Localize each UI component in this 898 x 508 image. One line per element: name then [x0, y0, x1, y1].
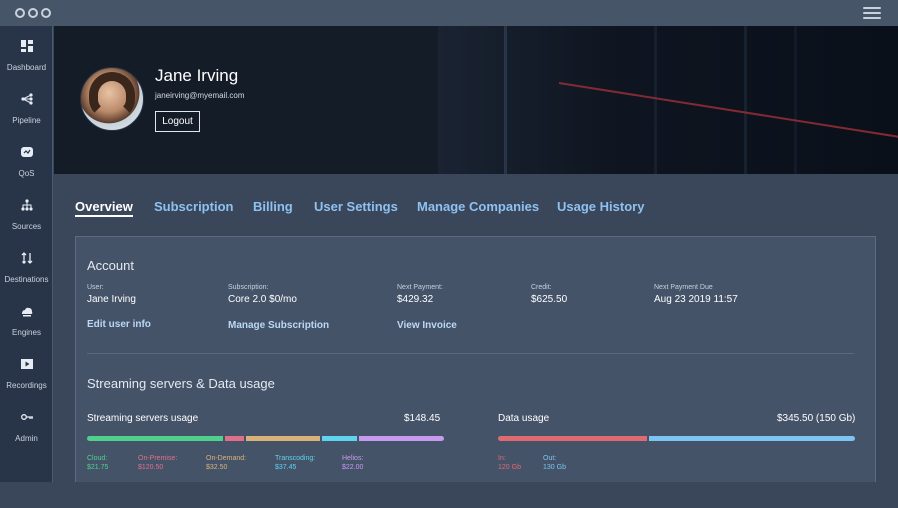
sidebar-item-label: Recordings — [6, 381, 47, 390]
sidebar: Dashboard Pipeline QoS Sources Destinati… — [0, 26, 53, 482]
usage-bar-segment — [321, 436, 357, 441]
next-payment-label: Next Payment: — [397, 284, 443, 291]
sidebar-item-label: Dashboard — [6, 63, 47, 72]
sidebar-item-sources[interactable]: Sources — [0, 199, 53, 233]
user-value: Jane Irving — [87, 294, 136, 305]
sidebar-item-label: Destinations — [4, 275, 49, 284]
usage-bar-segment — [649, 436, 855, 441]
usage-bar-segment — [358, 436, 444, 441]
section-divider — [87, 353, 854, 354]
usage-legend-value: $37.45 — [275, 464, 297, 471]
tab-overview[interactable]: Overview — [75, 199, 133, 217]
streaming-usage-total: $148.45 — [404, 413, 441, 424]
destinations-icon — [21, 252, 32, 264]
sidebar-item-label: QoS — [18, 169, 35, 178]
window-close-dot[interactable] — [15, 8, 25, 18]
tab-subscription[interactable]: Subscription — [154, 199, 233, 214]
edit-user-info-link[interactable]: Edit user info — [87, 319, 151, 330]
sidebar-item-label: Sources — [11, 222, 42, 231]
admin-key-icon — [20, 414, 33, 420]
sidebar-item-destinations[interactable]: Destinations — [0, 252, 53, 286]
sidebar-item-recordings[interactable]: Recordings — [0, 358, 53, 392]
menu-icon[interactable] — [863, 7, 881, 20]
usage-bar-segment — [224, 436, 245, 441]
credit-value: $625.50 — [531, 294, 568, 305]
tab-manage-companies[interactable]: Manage Companies — [417, 199, 539, 214]
dashboard-icon — [20, 40, 33, 52]
engines-icon — [21, 307, 32, 317]
next-payment-due-label: Next Payment Due — [654, 284, 713, 291]
window-maximize-dot[interactable] — [41, 8, 51, 18]
sidebar-item-label: Engines — [12, 328, 41, 337]
subscription-label: Subscription: — [228, 284, 269, 291]
sidebar-item-pipeline[interactable]: Pipeline — [0, 93, 53, 127]
usage-bar-segment — [246, 436, 320, 441]
qos-icon — [20, 147, 33, 157]
streaming-usage-label: Streaming servers usage — [87, 413, 199, 424]
sidebar-item-label: Admin — [15, 434, 38, 443]
sidebar-item-qos[interactable]: QoS — [0, 146, 53, 180]
usage-legend-value: 130 Gb — [543, 464, 566, 471]
usage-legend-label: Transcoding: — [275, 455, 316, 462]
tab-billing[interactable]: Billing — [253, 199, 293, 214]
streaming-usage-bar — [87, 436, 444, 441]
next-payment-value: $429.32 — [397, 294, 434, 305]
sidebar-item-dashboard[interactable]: Dashboard — [0, 40, 53, 74]
profile-name: Jane Irving — [155, 66, 239, 85]
data-usage-bar — [498, 436, 855, 441]
overview-panel: Account User: Jane Irving Subscription: … — [75, 236, 876, 482]
subscription-value: Core 2.0 $0/mo — [228, 294, 297, 305]
usage-legend-value: $32.50 — [206, 464, 228, 471]
account-title: Account — [87, 258, 134, 273]
user-label: User: — [87, 284, 104, 291]
title-bar — [0, 0, 898, 26]
logout-button[interactable]: Logout — [155, 111, 200, 132]
usage-legend-label: On-Demand: — [206, 455, 247, 462]
recordings-icon — [20, 359, 33, 369]
usage-legend-label: In: — [498, 455, 506, 462]
usage-bar-segment — [498, 436, 648, 441]
next-payment-due-value: Aug 23 2019 11:57 — [654, 294, 738, 305]
tab-user-settings[interactable]: User Settings — [314, 199, 398, 214]
sidebar-item-engines[interactable]: Engines — [0, 305, 53, 339]
usage-title: Streaming servers & Data usage — [87, 376, 275, 391]
data-usage-total: $345.50 (150 Gb) — [777, 413, 856, 424]
sidebar-item-admin[interactable]: Admin — [0, 411, 53, 445]
tab-usage-history[interactable]: Usage History — [557, 199, 644, 214]
usage-legend-label: Cloud: — [87, 455, 108, 462]
profile-banner: Jane Irving janeirving@myemail.com Logou… — [54, 26, 898, 174]
usage-legend-value: $21.75 — [87, 464, 109, 471]
manage-subscription-link[interactable]: Manage Subscription — [228, 320, 329, 331]
pipeline-icon — [20, 93, 33, 105]
usage-legend-value: 120 Gb — [498, 464, 521, 471]
profile-email: janeirving@myemail.com — [155, 91, 245, 100]
credit-label: Credit: — [531, 284, 552, 291]
window-minimize-dot[interactable] — [28, 8, 38, 18]
usage-bar-segment — [87, 436, 223, 441]
avatar — [80, 67, 144, 131]
usage-legend-label: Helios: — [342, 455, 364, 462]
data-usage-label: Data usage — [498, 413, 550, 424]
usage-legend-label: Out: — [543, 455, 557, 462]
app-window: Dashboard Pipeline QoS Sources Destinati… — [0, 0, 898, 508]
usage-legend-value: $120.50 — [138, 464, 164, 471]
view-invoice-link[interactable]: View Invoice — [397, 320, 457, 331]
usage-legend-value: $22.00 — [342, 464, 364, 471]
usage-legend-label: On-Premise: — [138, 455, 178, 462]
sources-icon — [20, 199, 33, 211]
sidebar-item-label: Pipeline — [12, 116, 41, 125]
